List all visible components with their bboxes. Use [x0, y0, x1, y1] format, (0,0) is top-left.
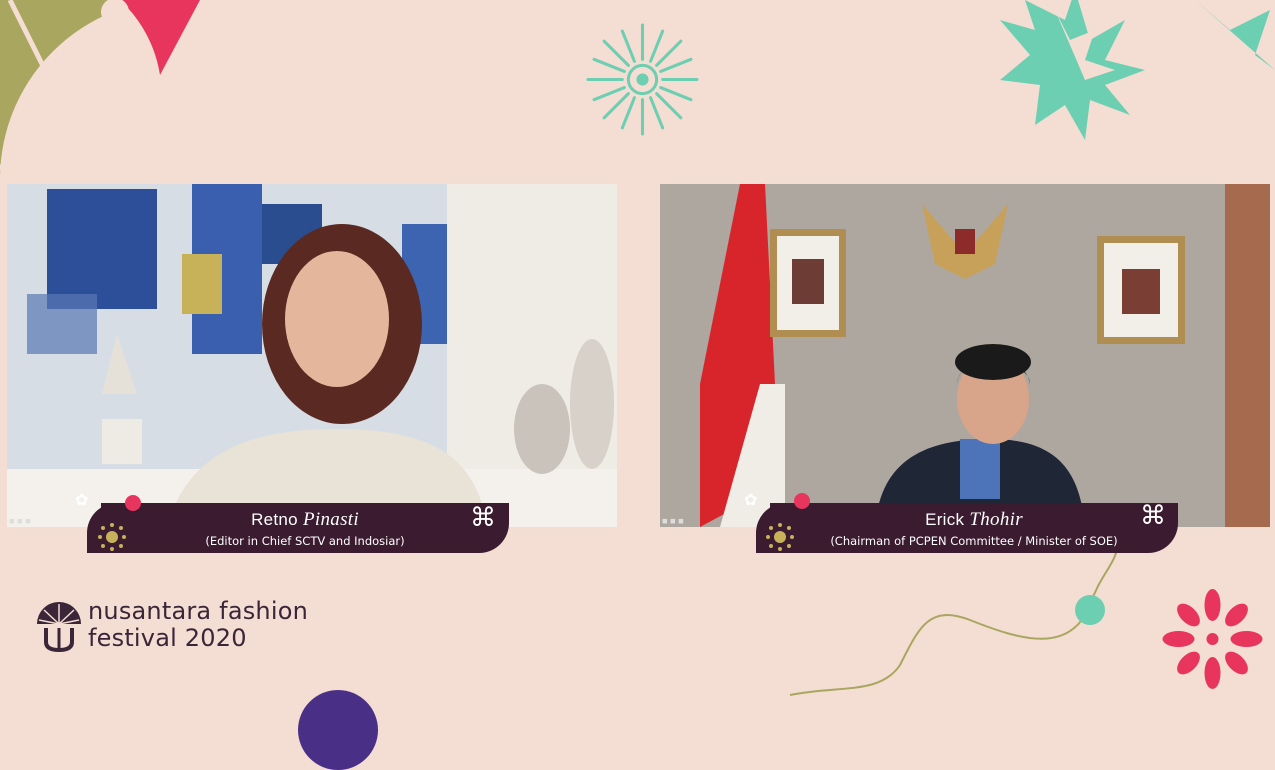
video-frame-left: [7, 184, 617, 527]
video-frame-right: [660, 184, 1270, 527]
mute-indicator-right: ◼ ◼ ◼: [662, 517, 684, 525]
event-logo-line1: nusantara fashion: [88, 597, 308, 625]
speaker-first-name: Erick: [925, 510, 965, 529]
nff-logo-icon: [37, 602, 81, 653]
star-ornament-teal: [1000, 0, 1275, 140]
flower-ornament-pink: [1162, 589, 1263, 689]
mute-indicator-left: ◼ ◼ ◼: [9, 517, 31, 525]
speaker-last-name: Pinasti: [302, 509, 359, 530]
event-logo-line2: festival 2020: [88, 624, 247, 652]
caption-dots-icon: [98, 523, 126, 551]
small-flower-icon-right: ✿: [744, 490, 758, 509]
knot-icon-right: ⌘: [1140, 501, 1166, 531]
video-tile-right-speaker[interactable]: [660, 184, 1270, 527]
video-tile-left-speaker[interactable]: [7, 184, 617, 527]
small-flower-icon-left: ✿: [75, 490, 89, 509]
speaker-role-left: (Editor in Chief SCTV and Indosiar): [205, 534, 405, 548]
corner-fan-ornament: [0, 0, 200, 180]
swirl-line-ornament: [789, 545, 1119, 696]
pink-dot: [794, 493, 810, 509]
caption-left-speaker: Retno Pinasti (Editor in Chief SCTV and …: [87, 503, 509, 553]
speaker-name-right: Erick Thohir: [770, 509, 1178, 531]
bottom-circle-ornament: [298, 690, 378, 770]
caption-dots-icon: [766, 523, 794, 551]
speaker-name-left: Retno Pinasti: [101, 509, 509, 531]
speaker-role-right: (Chairman of PCPEN Committee / Minister …: [830, 534, 1118, 548]
pink-dot: [125, 495, 141, 511]
sunburst-ornament-teal: [586, 23, 699, 136]
speaker-last-name: Thohir: [969, 509, 1023, 530]
event-logo-text: nusantara fashion festival 2020: [88, 598, 308, 652]
speaker-first-name: Retno: [251, 510, 298, 529]
knot-icon-left: ⌘: [470, 503, 496, 533]
caption-right-speaker: Erick Thohir (Chairman of PCPEN Committe…: [756, 503, 1178, 553]
